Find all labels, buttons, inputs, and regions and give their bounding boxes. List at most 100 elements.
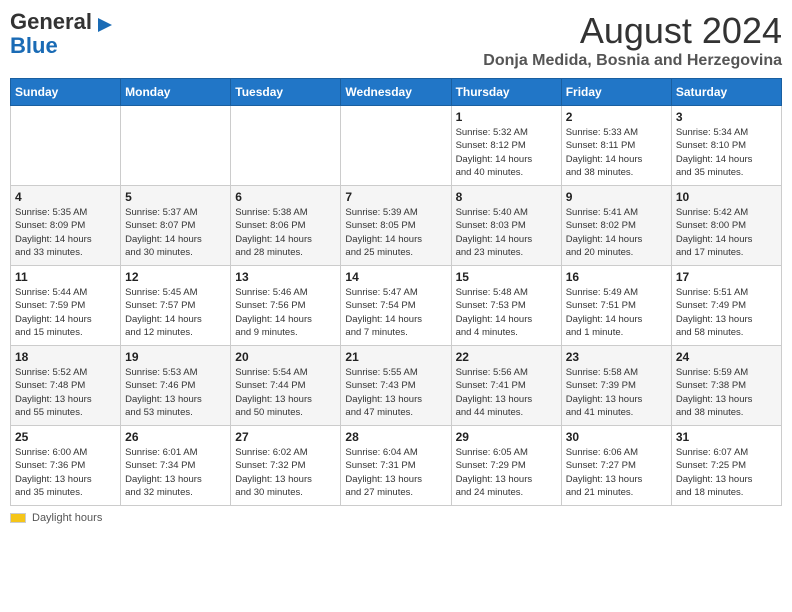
logo-text: General Blue <box>10 10 92 58</box>
day-info: Sunrise: 5:46 AMSunset: 7:56 PMDaylight:… <box>235 286 336 339</box>
day-info: Sunrise: 6:06 AMSunset: 7:27 PMDaylight:… <box>566 446 667 499</box>
day-number: 11 <box>15 270 116 284</box>
calendar-cell: 16 Sunrise: 5:49 AMSunset: 7:51 PMDayligh… <box>561 266 671 346</box>
day-number: 30 <box>566 430 667 444</box>
calendar-cell: 13 Sunrise: 5:46 AMSunset: 7:56 PMDayligh… <box>231 266 341 346</box>
logo-arrow-icon <box>96 16 114 34</box>
day-number: 5 <box>125 190 226 204</box>
day-number: 20 <box>235 350 336 364</box>
footer-note: Daylight hours <box>10 512 782 524</box>
day-number: 12 <box>125 270 226 284</box>
calendar-cell: 29Sunrise: 6:05 AMSunset: 7:29 PMDayligh… <box>451 426 561 506</box>
day-info: Sunrise: 5:44 AMSunset: 7:59 PMDaylight:… <box>15 286 116 339</box>
calendar-header-thursday: Thursday <box>451 79 561 106</box>
day-info: Sunrise: 6:04 AMSunset: 7:31 PMDaylight:… <box>345 446 446 499</box>
calendar-cell <box>231 106 341 186</box>
calendar-cell: 21 Sunrise: 5:55 AMSunset: 7:43 PMDayligh… <box>341 346 451 426</box>
calendar-week-row: 1Sunrise: 5:32 AMSunset: 8:12 PMDaylight… <box>11 106 782 186</box>
calendar-header-tuesday: Tuesday <box>231 79 341 106</box>
day-info: Sunrise: 5:55 AMSunset: 7:43 PMDaylight:… <box>345 366 446 419</box>
calendar-header-friday: Friday <box>561 79 671 106</box>
day-number: 18 <box>15 350 116 364</box>
day-info: Sunrise: 5:47 AMSunset: 7:54 PMDaylight:… <box>345 286 446 339</box>
day-info: Sunrise: 6:00 AMSunset: 7:36 PMDaylight:… <box>15 446 116 499</box>
calendar-week-row: 11 Sunrise: 5:44 AMSunset: 7:59 PMDayligh… <box>11 266 782 346</box>
calendar-cell: 10 Sunrise: 5:42 AMSunset: 8:00 PMDayligh… <box>671 186 781 266</box>
day-number: 3 <box>676 110 777 124</box>
calendar-header-row: SundayMondayTuesdayWednesdayThursdayFrid… <box>11 79 782 106</box>
calendar-cell: 27 Sunrise: 6:02 AMSunset: 7:32 PMDayligh… <box>231 426 341 506</box>
calendar-week-row: 18 Sunrise: 5:52 AMSunset: 7:48 PMDayligh… <box>11 346 782 426</box>
logo-blue: Blue <box>10 33 58 58</box>
day-number: 23 <box>566 350 667 364</box>
logo-general: General <box>10 9 92 34</box>
day-number: 26 <box>125 430 226 444</box>
day-info: Sunrise: 5:49 AMSunset: 7:51 PMDaylight:… <box>566 286 667 339</box>
day-info: Sunrise: 5:58 AMSunset: 7:39 PMDaylight:… <box>566 366 667 419</box>
day-number: 10 <box>676 190 777 204</box>
day-info: Sunrise: 5:34 AMSunset: 8:10 PMDaylight:… <box>676 126 777 179</box>
day-info: Sunrise: 5:40 AMSunset: 8:03 PMDaylight:… <box>456 206 557 259</box>
calendar-week-row: 4Sunrise: 5:35 AMSunset: 8:09 PMDaylight… <box>11 186 782 266</box>
day-number: 21 <box>345 350 446 364</box>
calendar-cell: 17 Sunrise: 5:51 AMSunset: 7:49 PMDayligh… <box>671 266 781 346</box>
calendar-cell: 15Sunrise: 5:48 AMSunset: 7:53 PMDayligh… <box>451 266 561 346</box>
calendar-cell: 30 Sunrise: 6:06 AMSunset: 7:27 PMDayligh… <box>561 426 671 506</box>
calendar-cell: 23 Sunrise: 5:58 AMSunset: 7:39 PMDayligh… <box>561 346 671 426</box>
day-info: Sunrise: 5:42 AMSunset: 8:00 PMDaylight:… <box>676 206 777 259</box>
calendar-cell: 4Sunrise: 5:35 AMSunset: 8:09 PMDaylight… <box>11 186 121 266</box>
day-info: Sunrise: 5:52 AMSunset: 7:48 PMDaylight:… <box>15 366 116 419</box>
day-number: 6 <box>235 190 336 204</box>
calendar-cell <box>341 106 451 186</box>
day-number: 27 <box>235 430 336 444</box>
calendar-cell: 28 Sunrise: 6:04 AMSunset: 7:31 PMDayligh… <box>341 426 451 506</box>
day-number: 7 <box>345 190 446 204</box>
daylight-bar-icon <box>10 513 26 523</box>
day-info: Sunrise: 5:35 AMSunset: 8:09 PMDaylight:… <box>15 206 116 259</box>
day-number: 17 <box>676 270 777 284</box>
calendar-cell: 11 Sunrise: 5:44 AMSunset: 7:59 PMDayligh… <box>11 266 121 346</box>
calendar-cell: 12Sunrise: 5:45 AMSunset: 7:57 PMDayligh… <box>121 266 231 346</box>
calendar-cell: 19Sunrise: 5:53 AMSunset: 7:46 PMDayligh… <box>121 346 231 426</box>
day-number: 13 <box>235 270 336 284</box>
title-area: August 2024 Donja Medida, Bosnia and Her… <box>483 10 782 70</box>
day-number: 14 <box>345 270 446 284</box>
day-number: 16 <box>566 270 667 284</box>
month-title: August 2024 <box>483 10 782 52</box>
day-number: 31 <box>676 430 777 444</box>
page-header: General Blue August 2024 Donja Medida, B… <box>10 10 782 70</box>
logo: General Blue <box>10 10 114 58</box>
calendar-cell: 6 Sunrise: 5:38 AMSunset: 8:06 PMDaylight… <box>231 186 341 266</box>
day-info: Sunrise: 5:41 AMSunset: 8:02 PMDaylight:… <box>566 206 667 259</box>
day-info: Sunrise: 6:02 AMSunset: 7:32 PMDaylight:… <box>235 446 336 499</box>
calendar-cell: 7 Sunrise: 5:39 AMSunset: 8:05 PMDaylight… <box>341 186 451 266</box>
day-number: 28 <box>345 430 446 444</box>
daylight-label: Daylight hours <box>32 512 102 524</box>
day-info: Sunrise: 5:38 AMSunset: 8:06 PMDaylight:… <box>235 206 336 259</box>
calendar-cell: 22Sunrise: 5:56 AMSunset: 7:41 PMDayligh… <box>451 346 561 426</box>
day-info: Sunrise: 5:51 AMSunset: 7:49 PMDaylight:… <box>676 286 777 339</box>
calendar-cell: 25Sunrise: 6:00 AMSunset: 7:36 PMDayligh… <box>11 426 121 506</box>
calendar-cell: 2Sunrise: 5:33 AMSunset: 8:11 PMDaylight… <box>561 106 671 186</box>
calendar-cell: 5Sunrise: 5:37 AMSunset: 8:07 PMDaylight… <box>121 186 231 266</box>
day-info: Sunrise: 5:59 AMSunset: 7:38 PMDaylight:… <box>676 366 777 419</box>
calendar-header-monday: Monday <box>121 79 231 106</box>
calendar-week-row: 25Sunrise: 6:00 AMSunset: 7:36 PMDayligh… <box>11 426 782 506</box>
calendar-cell: 3 Sunrise: 5:34 AMSunset: 8:10 PMDaylight… <box>671 106 781 186</box>
calendar-header-sunday: Sunday <box>11 79 121 106</box>
day-number: 15 <box>456 270 557 284</box>
day-number: 29 <box>456 430 557 444</box>
calendar-table: SundayMondayTuesdayWednesdayThursdayFrid… <box>10 78 782 506</box>
day-info: Sunrise: 5:54 AMSunset: 7:44 PMDaylight:… <box>235 366 336 419</box>
calendar-header-wednesday: Wednesday <box>341 79 451 106</box>
day-info: Sunrise: 5:33 AMSunset: 8:11 PMDaylight:… <box>566 126 667 179</box>
day-number: 1 <box>456 110 557 124</box>
calendar-cell: 26Sunrise: 6:01 AMSunset: 7:34 PMDayligh… <box>121 426 231 506</box>
calendar-header-saturday: Saturday <box>671 79 781 106</box>
calendar-cell: 1Sunrise: 5:32 AMSunset: 8:12 PMDaylight… <box>451 106 561 186</box>
calendar-cell: 24Sunrise: 5:59 AMSunset: 7:38 PMDayligh… <box>671 346 781 426</box>
day-number: 9 <box>566 190 667 204</box>
day-number: 22 <box>456 350 557 364</box>
calendar-cell: 9 Sunrise: 5:41 AMSunset: 8:02 PMDaylight… <box>561 186 671 266</box>
day-info: Sunrise: 5:39 AMSunset: 8:05 PMDaylight:… <box>345 206 446 259</box>
